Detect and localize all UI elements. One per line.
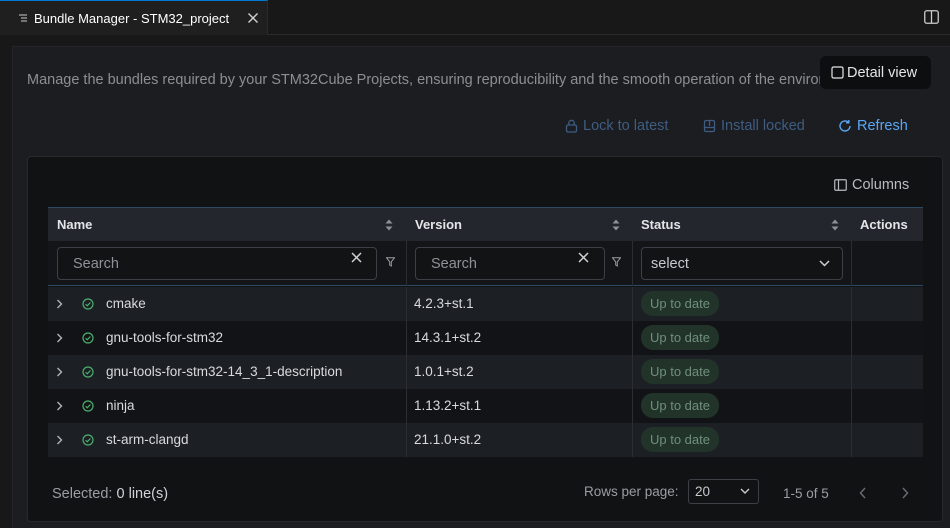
bundle-version: 1.13.2+st.1 [414,398,482,413]
detail-view-button[interactable]: Detail view [820,56,931,89]
bundle-name: gnu-tools-for-stm32-14_3_1-description [106,364,343,379]
status-badge: Up to date [641,359,719,384]
chevron-right-icon[interactable] [56,435,63,445]
rows-per-page-select[interactable]: 20 [688,479,759,504]
selection-summary: Selected: 0 line(s) [52,486,168,502]
table-row[interactable]: st-arm-clangd 21.1.0+st.2 Up to date [48,423,923,457]
columns-icon [834,179,847,191]
lock-to-latest-button[interactable]: Lock to latest [565,118,668,134]
table-row[interactable]: cmake 4.2.3+st.1 Up to date [48,287,923,321]
install-locked-button[interactable]: Install locked [703,118,805,134]
bundle-manager-page: Manage the bundles required by your STM3… [12,46,950,528]
table-header: Name Version Status Actions [48,208,923,241]
tab-bundle-manager[interactable]: Bundle Manager - STM32_project [0,0,268,35]
bundle-version: 14.3.1+st.2 [414,330,482,345]
clear-icon[interactable] [351,252,362,263]
lock-icon [565,119,578,133]
column-header-version[interactable]: Version [415,208,462,241]
column-header-name[interactable]: Name [57,208,92,241]
table-row[interactable]: gnu-tools-for-stm32 14.3.1+st.2 Up to da… [48,321,923,355]
bundle-version: 4.2.3+st.1 [414,296,474,311]
rows-per-page-label: Rows per page: [584,484,679,499]
bundle-name: ninja [106,398,135,413]
chevron-right-icon[interactable] [56,367,63,377]
preview-icon [19,14,27,22]
chevron-right-icon[interactable] [901,487,909,499]
check-circle-icon [82,332,94,344]
editor-tab-bar: Bundle Manager - STM32_project [0,0,950,35]
sort-icon[interactable] [831,219,839,231]
detail-view-icon [831,66,844,79]
refresh-label: Refresh [857,118,908,134]
bundle-name: gnu-tools-for-stm32 [106,330,224,345]
pagination-range: 1-5 of 5 [783,486,829,501]
bundle-name: st-arm-clangd [106,432,189,447]
chevron-down-icon [819,260,830,267]
tab-title: Bundle Manager - STM32_project [34,11,230,26]
bundle-name: cmake [106,296,146,311]
check-circle-icon [82,366,94,378]
editor-area: Manage the bundles required by your STM3… [0,36,950,528]
detail-view-label: Detail view [847,64,918,81]
status-badge: Up to date [641,393,719,418]
lock-to-latest-label: Lock to latest [583,118,669,134]
status-badge: Up to date [641,325,719,350]
columns-button[interactable]: Columns [834,177,909,193]
name-search-input[interactable]: Search [57,247,377,280]
install-locked-label: Install locked [721,118,805,134]
bundle-version: 21.1.0+st.2 [414,432,482,447]
filter-icon[interactable] [386,257,395,267]
status-badge: Up to date [641,291,719,316]
version-search-input[interactable]: Search [415,247,605,280]
selected-value: 0 line(s) [116,486,169,502]
columns-label: Columns [852,177,910,193]
filter-icon[interactable] [612,257,621,267]
status-badge: Up to date [641,427,719,452]
table-row[interactable]: gnu-tools-for-stm32-14_3_1-description 1… [48,355,923,389]
column-header-actions: Actions [860,217,908,232]
check-circle-icon [82,400,94,412]
refresh-icon [839,120,851,132]
bundle-version: 1.0.1+st.2 [414,364,474,379]
split-editor-icon[interactable] [924,10,939,24]
close-icon[interactable] [247,12,259,24]
bundles-table-card: Columns Name Version Status Actions Sear… [27,156,943,522]
filter-row: Search Search select [48,241,923,286]
check-circle-icon [82,434,94,446]
clear-icon[interactable] [578,252,589,263]
status-select-value: select [651,255,689,272]
page-description: Manage the bundles required by your STM3… [27,72,822,88]
sort-icon[interactable] [385,219,393,231]
status-select[interactable]: select [641,247,843,280]
chevron-down-icon [740,488,750,494]
chevron-right-icon[interactable] [56,299,63,309]
table-row[interactable]: ninja 1.13.2+st.1 Up to date [48,389,923,423]
chevron-left-icon[interactable] [859,487,867,499]
chevron-right-icon[interactable] [56,401,63,411]
chevron-right-icon[interactable] [56,333,63,343]
check-circle-icon [82,298,94,310]
column-header-status[interactable]: Status [641,208,681,241]
selected-label: Selected: [52,486,113,502]
rows-per-page-value: 20 [695,484,711,499]
refresh-button[interactable]: Refresh [838,118,908,134]
sort-icon[interactable] [612,219,620,231]
install-icon [703,119,716,133]
